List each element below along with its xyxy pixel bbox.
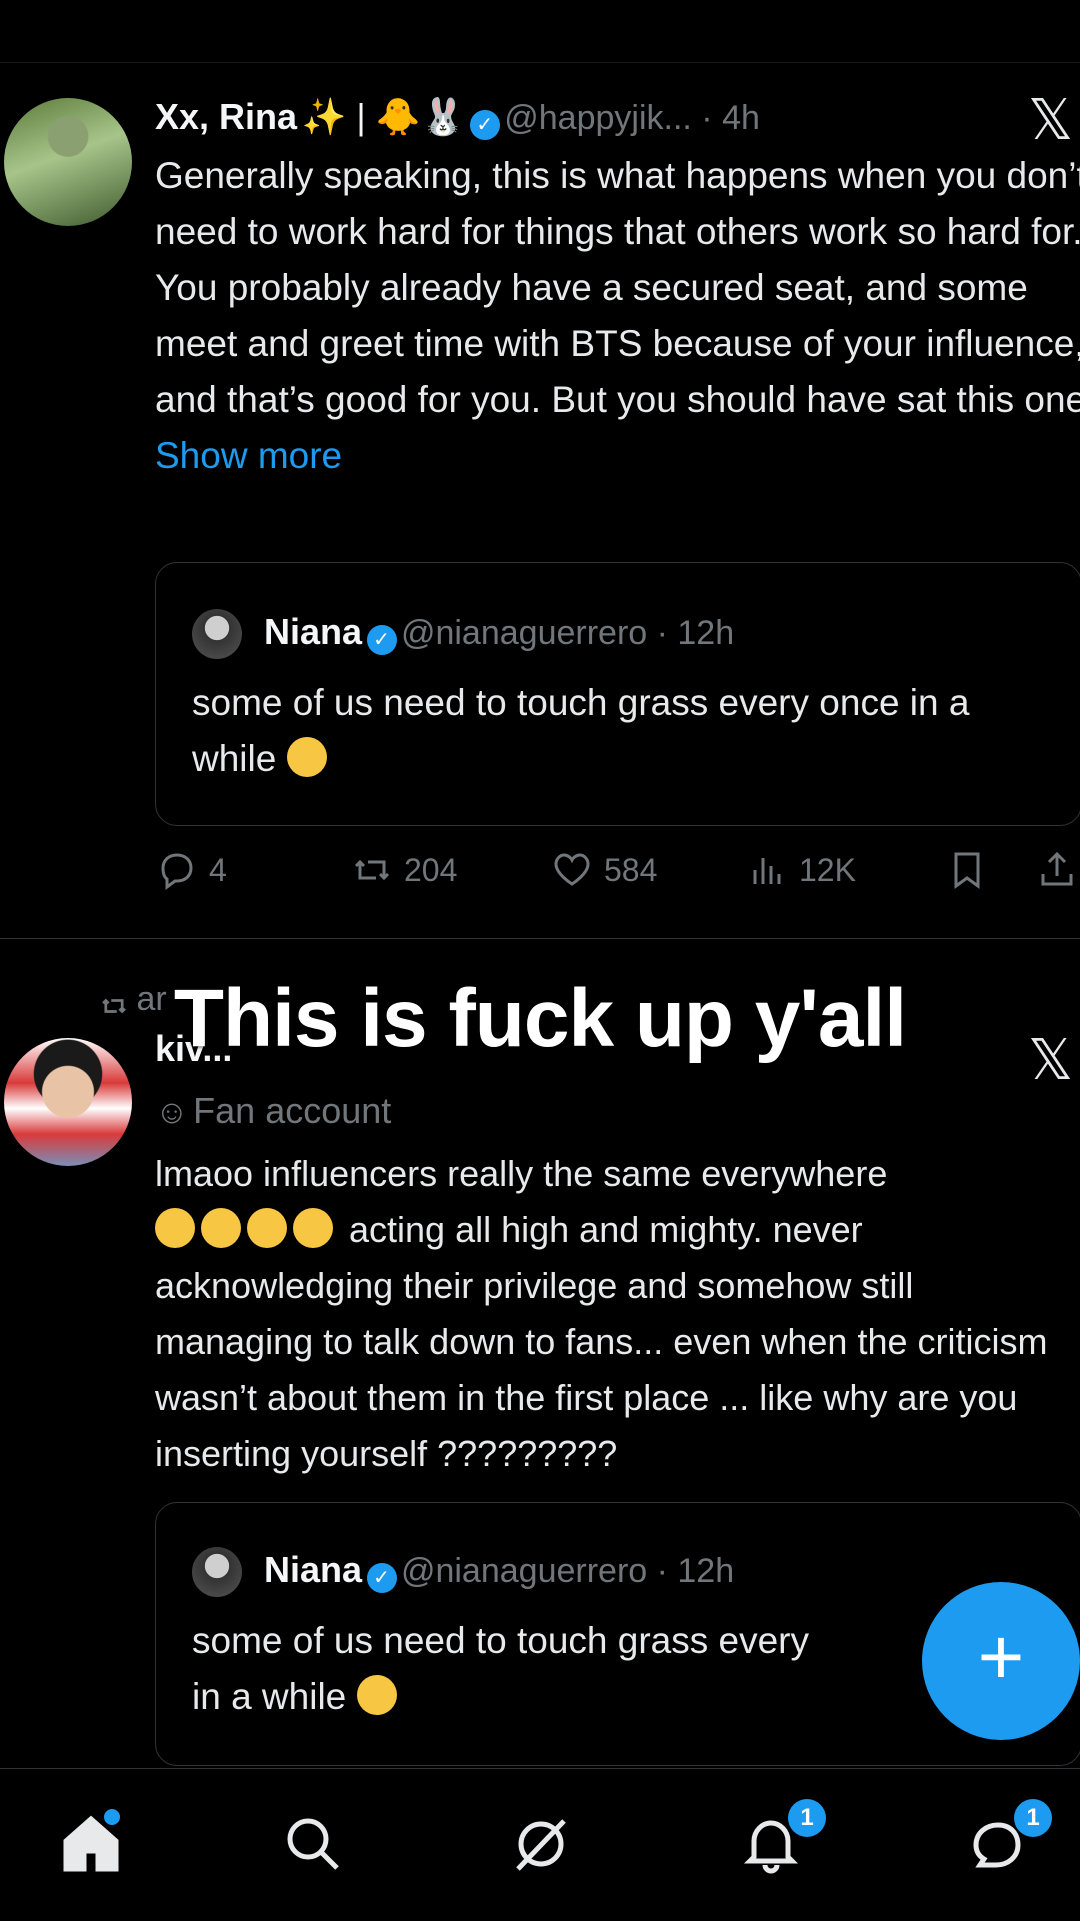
bookmark-icon [954, 852, 980, 889]
grok-icon [516, 1819, 566, 1871]
quoted-text: some of us need to touch grass every onc… [192, 675, 1052, 787]
views-button[interactable]: 12K [745, 848, 856, 892]
share-icon [1041, 851, 1073, 886]
reply-count: 4 [209, 851, 227, 888]
like-button[interactable]: 584 [550, 848, 657, 892]
verified-badge-icon: ✓ [469, 109, 500, 140]
show-more-link[interactable]: Show more [155, 435, 342, 476]
messages-badge: 1 [1014, 1799, 1052, 1837]
tweet-text: lmaoo influencers really the same everyw… [155, 1146, 1080, 1482]
quoted-handle-and-time: @nianaguerrero · 12h [400, 614, 735, 652]
quoted-display-name: Niana [264, 1549, 363, 1590]
like-count: 584 [604, 851, 658, 888]
views-count: 12K [799, 851, 856, 888]
nav-grok[interactable] [510, 1813, 572, 1880]
quoted-display-name: Niana [264, 611, 363, 652]
crying-emoji-icon [155, 1208, 195, 1249]
search-icon [287, 1818, 339, 1870]
tweet-body: Generally speaking, this is what happens… [155, 155, 1080, 420]
nav-search[interactable] [282, 1813, 344, 1880]
flushed-emoji-icon [201, 1208, 241, 1249]
crying-emoji-icon [286, 737, 327, 778]
video-caption: This is fuck up y'all [173, 973, 907, 1064]
repost-icon [354, 859, 390, 881]
quoted-header: Niana ✓ @nianaguerrero · 12h [264, 611, 734, 655]
quoted-avatar [192, 1547, 242, 1597]
crying-emoji-icon [356, 1675, 397, 1716]
reply-button[interactable]: 4 [155, 848, 227, 892]
verified-badge-icon: ✓ [366, 624, 397, 655]
name-decoration: ✨ | 🐥🐰 [301, 96, 466, 137]
repost-count: 204 [404, 851, 458, 888]
home-dot-indicator [104, 1809, 120, 1825]
divider [0, 938, 1080, 939]
x-logo-icon: 𝕏 [1028, 88, 1074, 153]
like-icon [554, 853, 590, 886]
quoted-handle-and-time: @nianaguerrero · 12h [400, 1552, 735, 1590]
bookmark-button[interactable] [945, 848, 989, 892]
quoted-tweet-card[interactable]: Niana ✓ @nianaguerrero · 12h some of us … [155, 562, 1080, 826]
crying-emoji-icon [247, 1208, 287, 1249]
tweet-body-rest: acting all high and mighty. never acknow… [155, 1209, 1048, 1474]
tweet-body-line1: lmaoo influencers really the same everyw… [155, 1153, 888, 1194]
notifications-badge: 1 [788, 1799, 826, 1837]
share-button[interactable] [1035, 848, 1079, 892]
mask-icon: ☺ [155, 1093, 189, 1130]
top-bar [0, 0, 1080, 63]
compose-button[interactable]: + [922, 1582, 1080, 1740]
tweet-text: Generally speaking, this is what happens… [155, 148, 1080, 484]
repost-button[interactable]: 204 [350, 848, 457, 892]
views-icon [753, 858, 781, 884]
reply-icon [161, 853, 193, 890]
fan-account-label: Fan account [193, 1090, 392, 1131]
quoted-header: Niana ✓ @nianaguerrero · 12h [264, 1549, 734, 1593]
tweet-header: Xx, Rina ✨ | 🐥🐰 ✓ @happyjik... · 4h [155, 96, 760, 140]
quoted-avatar [192, 609, 242, 659]
quoted-body-line1: some of us need to touch grass every [192, 1620, 810, 1661]
display-name[interactable]: Xx, Rina [155, 96, 297, 137]
verified-badge-icon: ✓ [366, 1562, 397, 1593]
bottom-nav: 1 1 [0, 1768, 1080, 1921]
handle-and-time[interactable]: @happyjik... · 4h [504, 99, 760, 137]
avatar[interactable] [4, 98, 132, 226]
crying-emoji-icon [293, 1208, 333, 1249]
quoted-body-line2: in a while [192, 1676, 347, 1717]
action-bar: 4 204 584 12K [155, 848, 1080, 898]
account-label: ☺ Fan account [155, 1090, 391, 1132]
